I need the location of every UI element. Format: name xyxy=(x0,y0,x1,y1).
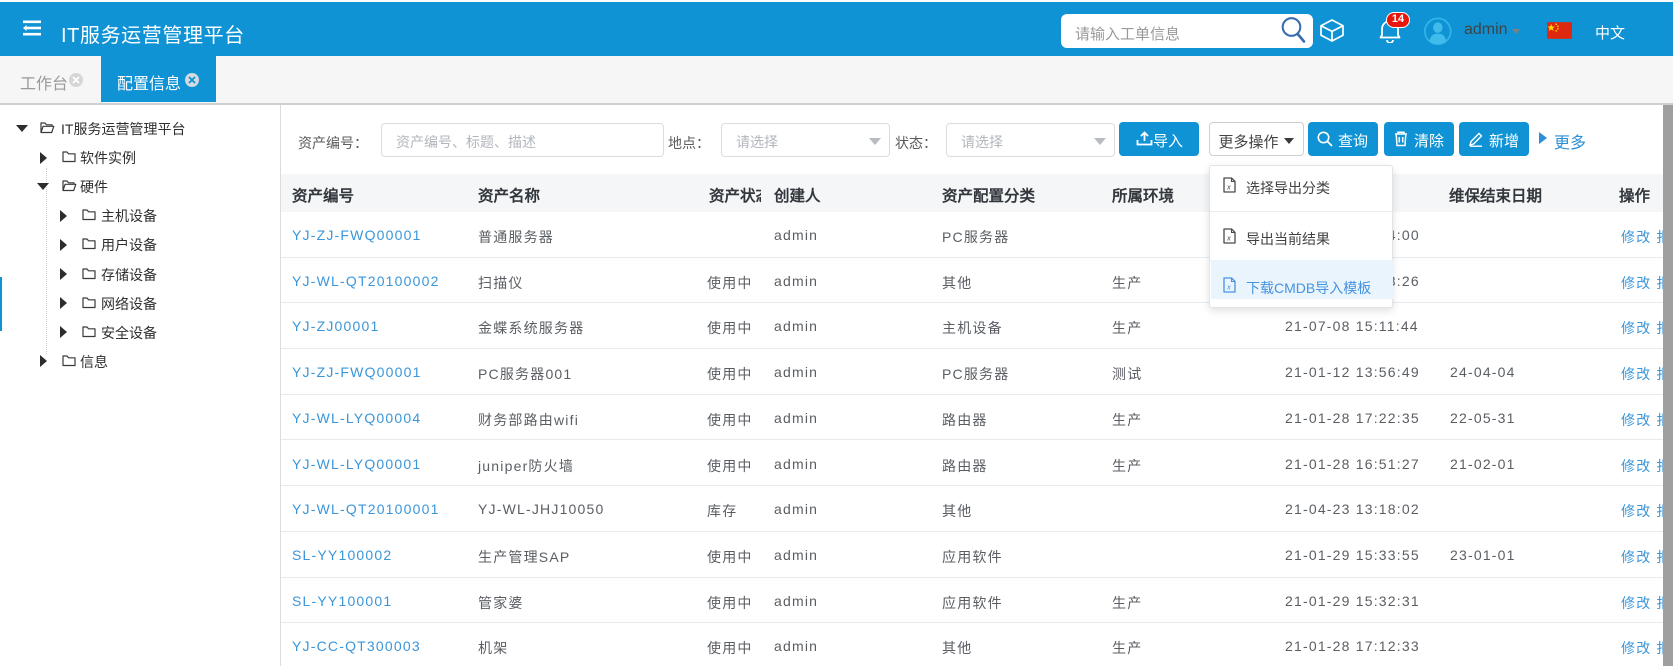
svg-text:x: x xyxy=(1226,283,1231,292)
svg-text:x: x xyxy=(1226,234,1231,243)
svg-text:x: x xyxy=(1226,183,1231,192)
